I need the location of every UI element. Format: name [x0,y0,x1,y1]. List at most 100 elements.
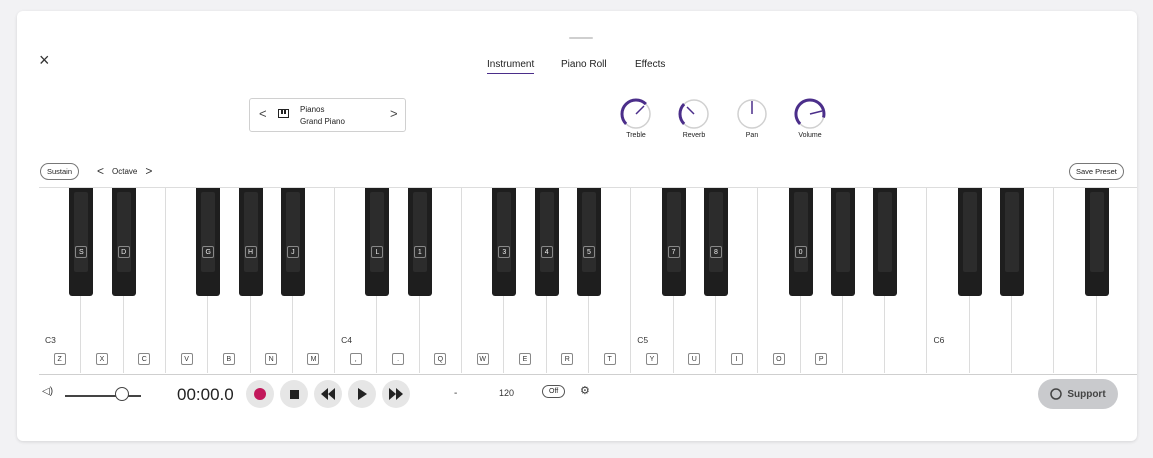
stop-icon [289,389,299,399]
black-key[interactable]: 8 [703,188,728,296]
black-key[interactable]: 3 [492,188,517,296]
black-key[interactable]: 5 [577,188,601,296]
key-label: J [286,246,299,258]
black-key[interactable]: H [238,188,263,296]
black-key[interactable]: 4 [534,188,559,296]
stop-button[interactable] [280,380,308,408]
support-label: Support [1067,388,1106,400]
time-display: 00:00.0 [177,385,234,404]
transport-bar: ◁) 00:00.0 - 120 Off ⚙ Support [17,373,1137,418]
black-key[interactable]: J [280,188,305,296]
volume-knob-group: Volume [785,98,835,139]
key-label: I [730,353,743,365]
pan-knob[interactable] [736,98,768,130]
rewind-icon [321,388,335,400]
reverb-knob[interactable] [678,98,710,130]
next-instrument-button[interactable]: > [390,106,398,121]
sustain-button[interactable]: Sustain [40,163,80,180]
treble-knob[interactable] [620,98,652,130]
black-key[interactable]: 1 [407,188,432,296]
save-preset-button[interactable]: Save Preset [1069,163,1124,180]
octave-name: C5 [637,335,649,345]
key-label: L [371,246,384,258]
octave-name: C6 [933,335,945,345]
instrument-selector: < Pianos Grand Piano > [249,98,406,132]
piano-keyboard: Z X C V B N M,. Q W E R T Y U I O P S D G H J L 1 3 4 5 7 8 0 C3 C4 C5 C6 [39,187,1137,375]
black-key[interactable] [1084,188,1109,296]
key-label: W [476,353,489,365]
black-key[interactable]: 7 [661,188,686,296]
octave-name: C4 [341,335,353,345]
octave-up-button[interactable]: > [145,164,152,178]
gear-icon[interactable]: ⚙ [580,384,590,397]
piano-panel: × Instrument Piano Roll Effects < Pianos… [17,11,1137,441]
black-key[interactable]: L [365,188,390,296]
key-label: M [307,353,320,365]
key-label: N [265,353,278,365]
key-label: S [75,246,88,258]
reverb-knob-group: Reverb [669,98,719,139]
support-button[interactable]: Support [1038,379,1118,409]
key-label: Z [53,353,66,365]
tab-effects[interactable]: Effects [635,59,665,73]
key-label: B [222,353,235,365]
key-label: C [138,353,151,365]
black-key[interactable] [957,188,982,296]
play-icon [358,388,367,400]
black-key[interactable]: 0 [788,188,813,296]
prev-instrument-button[interactable]: < [259,106,267,121]
key-label: 0 [794,246,807,258]
key-label: T [603,353,616,365]
close-icon[interactable]: × [39,51,50,69]
pan-label: Pan [745,132,759,139]
volume-knob[interactable] [794,98,826,130]
tempo-decrease-button[interactable]: - [454,388,457,399]
key-label: Y [645,353,658,365]
key-label: O [772,353,785,365]
black-key[interactable]: D [111,188,136,296]
black-key[interactable]: S [69,188,94,296]
tempo-value: 120 [499,388,515,398]
record-button[interactable] [246,380,274,408]
key-label: 4 [540,246,553,258]
play-button[interactable] [348,380,376,408]
metronome-toggle[interactable]: Off [542,385,566,398]
key-label: G [202,246,215,258]
octave-label: Octave [112,166,138,176]
volume-label: Volume [798,132,822,139]
record-icon [254,388,266,400]
chat-bubble-icon [1050,388,1063,400]
key-label: V [180,353,193,365]
tab-piano-roll[interactable]: Piano Roll [561,59,607,73]
key-label: H [244,246,257,258]
rewind-button[interactable] [314,380,342,408]
speaker-icon[interactable]: ◁) [42,386,53,397]
volume-slider-track[interactable] [65,395,141,397]
key-label: 3 [498,246,511,258]
fast-forward-button[interactable] [382,380,410,408]
black-key[interactable]: G [196,188,221,296]
black-key[interactable] [1000,188,1025,296]
treble-label: Treble [626,132,646,139]
reverb-label: Reverb [682,132,706,139]
tab-instrument[interactable]: Instrument [487,59,535,74]
black-key[interactable] [873,188,898,296]
key-label: P [815,353,828,365]
volume-slider-thumb[interactable] [115,387,129,401]
key-label: X [95,353,108,365]
key-label: 8 [709,246,722,258]
pan-knob-group: Pan [727,98,777,139]
octave-down-button[interactable]: < [97,164,104,178]
key-label: 5 [583,246,595,258]
key-label: R [561,353,574,365]
key-label: . [392,353,405,365]
key-label: U [688,353,701,365]
black-key[interactable] [830,188,855,296]
key-label: Q [434,353,447,365]
drag-handle[interactable] [569,37,593,39]
octave-name: C3 [45,335,56,345]
key-label: E [519,353,532,365]
piano-icon [278,109,289,118]
instrument-category: Pianos [300,105,325,114]
key-label: 7 [667,246,680,258]
